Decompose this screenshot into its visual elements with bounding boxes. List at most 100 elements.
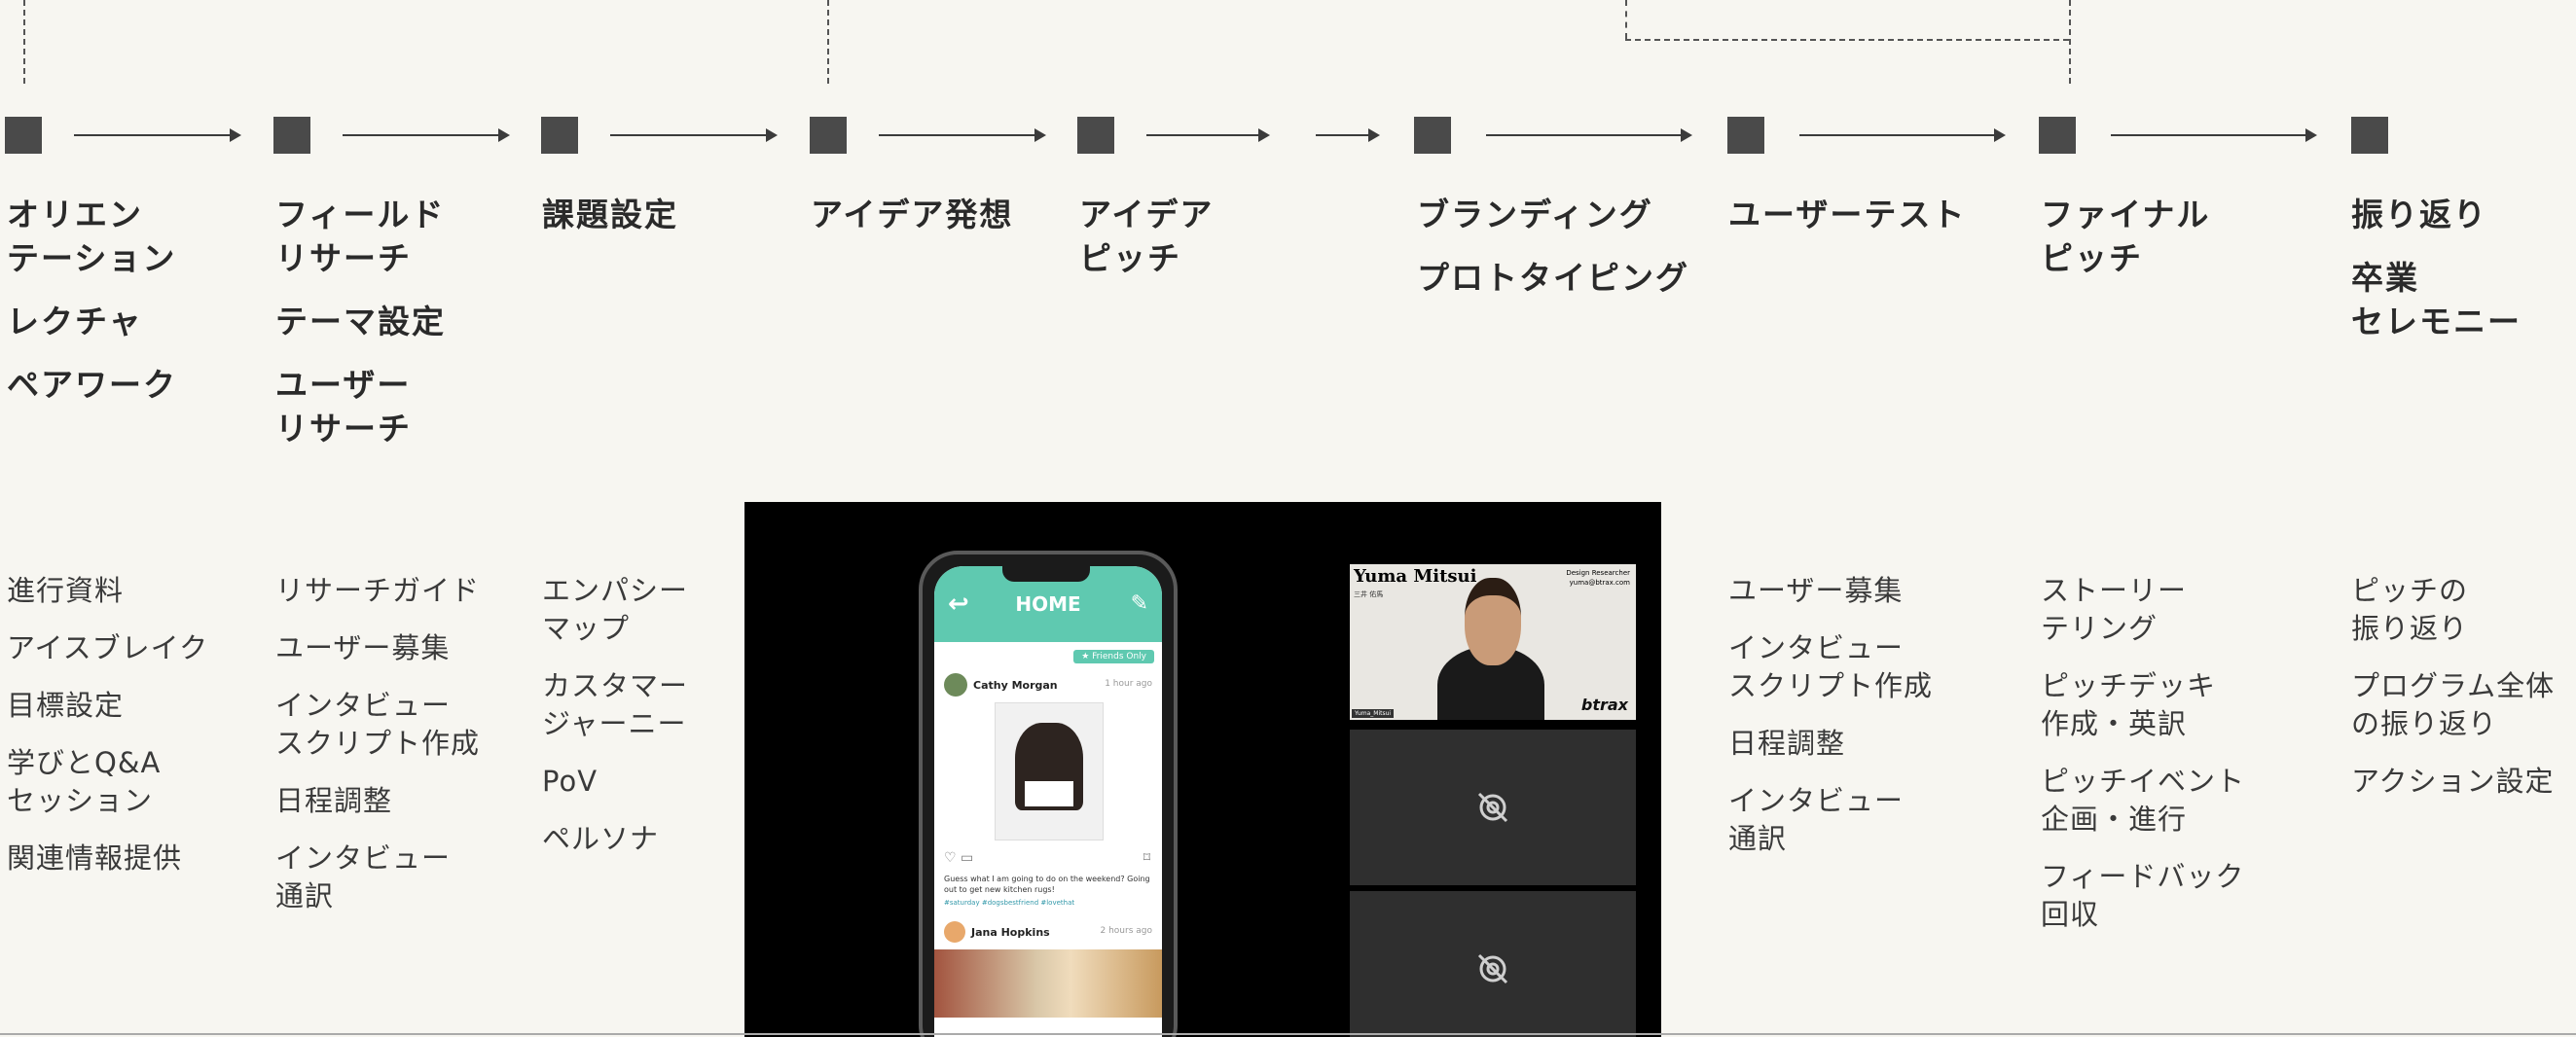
avatar bbox=[944, 921, 965, 943]
dashed-connector-2 bbox=[827, 0, 829, 84]
phase-8: ファイナル ピッチ bbox=[2041, 193, 2210, 300]
timeline-node-1 bbox=[5, 117, 42, 154]
task-item: ストーリー テリング bbox=[2041, 574, 2188, 645]
post-author: Cathy Morgan bbox=[944, 673, 1058, 697]
task-item: 日程調整 bbox=[275, 784, 393, 817]
btrax-logo: btrax bbox=[1580, 696, 1628, 714]
timeline-node-3 bbox=[541, 117, 578, 154]
task-item: アクション設定 bbox=[2351, 765, 2555, 798]
speaker-head bbox=[1465, 578, 1521, 665]
timeline-arrow-2 bbox=[343, 128, 510, 142]
task-list-3: エンパシー マップ カスタマー ジャーニー PoV ペルソナ bbox=[542, 572, 688, 877]
timeline-arrow-6 bbox=[1316, 128, 1380, 142]
participant-name-tag: Yuma_Mitsui bbox=[1352, 709, 1395, 718]
task-item: カスタマー ジャーニー bbox=[542, 669, 689, 740]
dashed-connector-1 bbox=[23, 0, 25, 84]
task-item: ピッチデッキ 作成・英訳 bbox=[2041, 669, 2217, 740]
task-item: ピッチイベント 企画・進行 bbox=[2041, 765, 2246, 836]
timeline-node-8 bbox=[2039, 117, 2076, 154]
camera-off-icon bbox=[1477, 953, 1508, 984]
phase-6: ブランディング プロトタイピング bbox=[1417, 193, 1689, 319]
phase-1: オリエン テーション レクチャ ペアワーク bbox=[7, 193, 177, 426]
phase-label: ユーザーテスト bbox=[1728, 196, 1967, 233]
phase-label: ファイナル ピッチ bbox=[2041, 196, 2211, 277]
task-list-5: ストーリー テリング ピッチデッキ 作成・英訳 ピッチイベント 企画・進行 フィ… bbox=[2041, 572, 2245, 953]
timeline-node-9 bbox=[2351, 117, 2388, 154]
phase-label: テーマ設定 bbox=[275, 303, 446, 340]
post-time: 1 hour ago bbox=[1105, 679, 1152, 689]
task-item: 学びとQ&A セッション bbox=[7, 746, 162, 817]
task-item: 日程調整 bbox=[1728, 727, 1846, 760]
phase-9: 振り返り 卒業 セレモニー bbox=[2351, 193, 2522, 363]
dashed-connector-3 bbox=[1625, 0, 1627, 39]
avatar bbox=[944, 673, 967, 697]
task-item: ピッチの 振り返り bbox=[2351, 574, 2469, 645]
task-item: 進行資料 bbox=[7, 574, 125, 607]
task-item: プログラム全体 の振り返り bbox=[2351, 669, 2556, 740]
task-list-1: 進行資料 アイスブレイク 目標設定 学びとQ&A セッション 関連情報提供 bbox=[7, 572, 208, 897]
post-photo bbox=[995, 702, 1104, 840]
phase-2: フィールド リサーチ テーマ設定 ユーザー リサーチ bbox=[275, 193, 446, 470]
video-call-frame: ↩ HOME ✎ ★ Friends Only Cathy Morgan 1 h… bbox=[744, 502, 1661, 1037]
post-hashtags[interactable]: #saturday #dogsbestfriend #lovethat bbox=[944, 899, 1152, 907]
phase-4: アイデア発想 bbox=[811, 193, 1013, 256]
participant-tile-camera-off bbox=[1350, 891, 1636, 1037]
speaker-role: Design Researcher yuma@btrax.com bbox=[1566, 568, 1630, 588]
back-arrow-icon[interactable]: ↩ bbox=[948, 566, 969, 642]
task-item: 目標設定 bbox=[7, 689, 125, 722]
timeline-arrow-3 bbox=[610, 128, 778, 142]
phase-label: プロトタイピング bbox=[1417, 259, 1689, 297]
audience-tag[interactable]: ★ Friends Only bbox=[1073, 650, 1154, 663]
post-photo bbox=[934, 949, 1162, 1018]
bookmark-icon[interactable]: ⌑ bbox=[1143, 850, 1150, 866]
timeline-arrow-4 bbox=[879, 128, 1046, 142]
phase-label: ペアワーク bbox=[7, 366, 177, 404]
task-list-4: ユーザー募集 インタビュー スクリプト作成 日程調整 インタビュー 通訳 bbox=[1728, 572, 1933, 877]
speaker-figure bbox=[1437, 578, 1544, 720]
timeline-node-4 bbox=[810, 117, 847, 154]
phone-mockup: ↩ HOME ✎ ★ Friends Only Cathy Morgan 1 h… bbox=[919, 551, 1178, 1037]
timeline-node-6 bbox=[1414, 117, 1451, 154]
timeline-arrow-7 bbox=[1486, 128, 1692, 142]
timeline-node-7 bbox=[1727, 117, 1764, 154]
phase-label: ユーザー リサーチ bbox=[275, 366, 412, 447]
timeline-node-5 bbox=[1077, 117, 1114, 154]
like-comment-icons[interactable]: ♡ ▭ bbox=[944, 850, 973, 866]
post-time: 2 hours ago bbox=[1100, 926, 1153, 936]
timeline-arrow-5 bbox=[1146, 128, 1270, 142]
phase-label: ブランディング bbox=[1417, 196, 1653, 233]
speaker-email: yuma@btrax.com bbox=[1569, 579, 1630, 587]
camera-off-icon bbox=[1477, 792, 1508, 823]
post-caption: Guess what I am going to do on the weeke… bbox=[944, 875, 1150, 894]
task-item: 関連情報提供 bbox=[7, 841, 183, 875]
phase-7: ユーザーテスト bbox=[1728, 193, 1966, 256]
timeline-arrow-1 bbox=[74, 128, 241, 142]
phase-label: アイデア発想 bbox=[811, 196, 1014, 233]
task-item: ペルソナ bbox=[542, 822, 660, 855]
phone-screen: ↩ HOME ✎ ★ Friends Only Cathy Morgan 1 h… bbox=[934, 566, 1162, 1037]
phase-label: アイデア ピッチ bbox=[1079, 196, 1215, 277]
dog-sign bbox=[1025, 781, 1073, 806]
phone-notch bbox=[1002, 566, 1090, 582]
timeline-arrow-8 bbox=[1799, 128, 2006, 142]
task-list-2: リサーチガイド ユーザー募集 インタビュー スクリプト作成 日程調整 インタビュ… bbox=[275, 572, 480, 935]
app-title: HOME bbox=[1015, 592, 1081, 616]
participant-tile-speaker: Yuma Mitsui 三井 佑馬 Design Researcher yuma… bbox=[1350, 564, 1636, 720]
phase-label: 課題設定 bbox=[542, 196, 678, 233]
edit-pencil-icon[interactable]: ✎ bbox=[1131, 566, 1148, 642]
phase-label: 卒業 セレモニー bbox=[2351, 259, 2522, 340]
phase-5: アイデア ピッチ bbox=[1079, 193, 1214, 300]
phase-label: オリエン テーション bbox=[7, 196, 177, 277]
speaker-role-title: Design Researcher bbox=[1566, 569, 1630, 577]
post-author-name: Cathy Morgan bbox=[973, 678, 1058, 692]
task-item: リサーチガイド bbox=[275, 574, 481, 607]
speaker-name: Yuma Mitsui bbox=[1354, 566, 1477, 587]
phase-label: レクチャ bbox=[7, 303, 143, 340]
post-author-name: Jana Hopkins bbox=[971, 925, 1050, 939]
task-item: ユーザー募集 bbox=[275, 631, 451, 664]
participant-tile-camera-off bbox=[1350, 730, 1636, 885]
dashed-connector-4 bbox=[1625, 39, 2069, 41]
task-item: フィードバック 回収 bbox=[2041, 860, 2245, 931]
timeline-node-2 bbox=[273, 117, 310, 154]
task-item: インタビュー 通訳 bbox=[1728, 784, 1905, 855]
